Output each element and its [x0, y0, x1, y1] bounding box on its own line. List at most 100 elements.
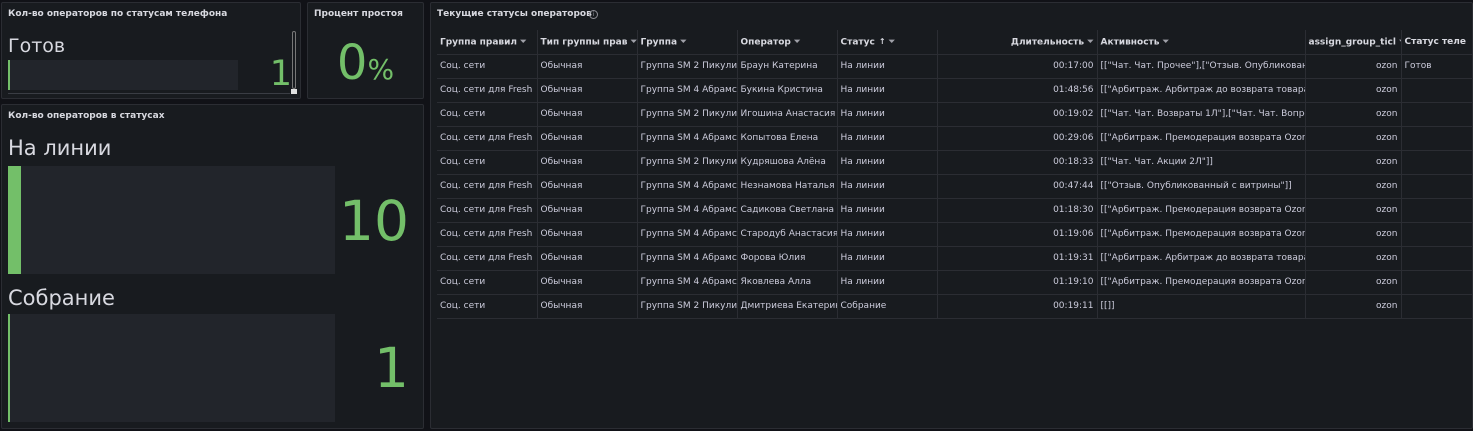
table-cell: Обычная — [537, 270, 638, 295]
table-row[interactable]: Соц. сети для Fresh Обычная Группа SM 4 Аб… — [437, 174, 1472, 199]
table-cell: [["Чат. Чат. Возвраты 1Л"],["Чат. Чат. В… — [1097, 102, 1306, 127]
panel-title: Кол-во операторов в статусах — [8, 111, 165, 121]
column-header[interactable]: Статус теле — [1401, 30, 1472, 55]
filter-icon[interactable]: ⏷ — [794, 37, 800, 47]
table-row[interactable]: Соц. сети для Fresh Обычная Группа SM 4 Аб… — [437, 246, 1472, 271]
table-cell: На линии — [837, 270, 938, 295]
table-cell — [1401, 78, 1472, 103]
table-cell: На линии — [837, 174, 938, 199]
column-header[interactable]: assign_group_ticl⏷ — [1305, 30, 1402, 55]
table-cell: 00:29:06 — [937, 126, 1098, 151]
table-row[interactable]: Соц. сети для Fresh Обычная Группа SM 4 Аб… — [437, 126, 1472, 151]
table-header-row: Группа правил ⏷ Тип группы прав ⏷ Группа ⏷ Опе… — [437, 30, 1472, 55]
scrollbar[interactable] — [292, 31, 296, 89]
operators-table: Группа правил ⏷ Тип группы прав ⏷ Группа ⏷ Опе… — [437, 30, 1472, 319]
table-cell: ozon — [1305, 270, 1402, 295]
column-header-label: Длительность — [1010, 37, 1085, 47]
table-row[interactable]: Соц. сети Обычная Группа SM 4 Абрамс Яковле… — [437, 270, 1472, 295]
idle-percent-unit: % — [367, 53, 395, 86]
column-header[interactable]: Статус ↑ ⏷ — [837, 30, 938, 55]
table-cell: Готов — [1401, 54, 1472, 79]
table-cell: ozon — [1305, 246, 1402, 271]
table-cell: Букина Кристина — [737, 78, 838, 103]
phone-status-bar-fill — [8, 60, 10, 90]
table-cell: Группа SM 4 Абрамс — [637, 246, 738, 271]
table-row[interactable]: Соц. сети для Fresh Обычная Группа SM 4 Аб… — [437, 78, 1472, 103]
table-cell: Форова Юлия — [737, 246, 838, 271]
idle-percent-panel: Процент простоя 0% — [307, 2, 424, 99]
table-cell: 00:47:44 — [937, 174, 1098, 199]
table-row[interactable]: Соц. сети Обычная Группа SM 2 Пикули Кудряш… — [437, 150, 1472, 175]
table-row[interactable]: Соц. сети Обычная Группа SM 2 Пикули Браун … — [437, 54, 1472, 79]
idle-percent-number: 0 — [336, 35, 368, 91]
table-cell: ozon — [1305, 126, 1402, 151]
column-header[interactable]: Оператор ⏷ — [737, 30, 838, 55]
table-cell: На линии — [837, 78, 938, 103]
table-cell: Группа SM 4 Абрамс — [637, 174, 738, 199]
status-count-value: 1 — [374, 336, 409, 400]
column-header[interactable]: Длительность ⏷ — [937, 30, 1098, 55]
filter-icon[interactable]: ⏷ — [630, 37, 636, 47]
filter-icon[interactable]: ⏷ — [1162, 37, 1168, 47]
table-cell: Браун Катерина — [737, 54, 838, 79]
table-body: Соц. сети Обычная Группа SM 2 Пикули Браун … — [437, 54, 1472, 319]
filter-icon[interactable]: ⏷ — [680, 37, 686, 47]
table-cell: ozon — [1305, 78, 1402, 103]
filter-icon[interactable]: ⏷ — [1087, 37, 1093, 47]
table-cell: 01:18:30 — [937, 198, 1098, 223]
table-cell: На линии — [837, 150, 938, 175]
table-cell — [1401, 150, 1472, 175]
table-cell: [["Арбитраж. Премодерация возврата Ozon — [1097, 270, 1306, 295]
table-cell — [1401, 294, 1472, 319]
column-header-label: Статус теле — [1404, 36, 1466, 47]
divider — [8, 93, 290, 94]
column-header-label: Статус — [840, 37, 875, 47]
table-cell: Обычная — [537, 246, 638, 271]
info-circle-icon[interactable]: i — [589, 10, 598, 19]
table-row[interactable]: Соц. сети Обычная Группа SM 2 Пикули Дмитри… — [437, 294, 1472, 319]
table-cell: На линии — [837, 102, 938, 127]
table-cell: [["Арбитраж. Арбитраж до возврата товара — [1097, 246, 1306, 271]
table-cell: Группа SM 4 Абрамс — [637, 270, 738, 295]
filter-icon[interactable]: ⏷ — [520, 37, 526, 47]
sort-asc-icon[interactable]: ↑ — [879, 37, 886, 46]
table-cell: Собрание — [837, 294, 938, 319]
column-header[interactable]: Группа ⏷ — [637, 30, 738, 55]
status-count-label: На линии — [8, 136, 112, 160]
table-cell: 00:17:00 — [937, 54, 1098, 79]
status-count-bar-fill — [8, 166, 22, 274]
column-header-label: Оператор — [740, 37, 791, 47]
table-cell: Обычная — [537, 78, 638, 103]
status-count-value: 10 — [339, 189, 409, 253]
status-count-bar — [8, 314, 335, 422]
panel-title: Кол-во операторов по статусам телефона — [8, 9, 228, 19]
table-cell: Кудряшова Алёна — [737, 150, 838, 175]
column-header[interactable]: Группа правил ⏷ — [437, 30, 538, 55]
table-cell: На линии — [837, 198, 938, 223]
table-cell: Яковлева Алла — [737, 270, 838, 295]
status-counts-panel: Кол-во операторов в статусах На линии 10… — [1, 104, 424, 429]
column-header-label: assign_group_ticl — [1308, 37, 1396, 47]
table-row[interactable]: Соц. сети для Fresh Обычная Группа SM 4 Аб… — [437, 198, 1472, 223]
column-header[interactable]: Активность ⏷ — [1097, 30, 1306, 55]
table-cell: ozon — [1305, 198, 1402, 223]
column-header[interactable]: Тип группы прав ⏷ — [537, 30, 638, 55]
table-cell — [1401, 246, 1472, 271]
table-cell: Соц. сети для Fresh — [437, 198, 538, 223]
phone-status-label: Готов — [8, 35, 66, 57]
scrollbar-thumb[interactable] — [291, 89, 297, 94]
table-cell: Соц. сети — [437, 54, 538, 79]
table-cell: Группа SM 2 Пикули — [637, 150, 738, 175]
table-cell: Соц. сети — [437, 294, 538, 319]
table-cell: 01:48:56 — [937, 78, 1098, 103]
panel-title: Текущие статусы операторов — [437, 9, 592, 19]
filter-icon[interactable]: ⏷ — [889, 37, 895, 47]
table-cell: [["Чат. Чат. Прочее"],["Отзыв. Опубликов… — [1097, 54, 1306, 79]
table-cell: Обычная — [537, 102, 638, 127]
table-cell: Обычная — [537, 126, 638, 151]
table-row[interactable]: Соц. сети для Fresh Обычная Группа SM 4 Аб… — [437, 222, 1472, 247]
table-cell: 01:19:06 — [937, 222, 1098, 247]
table-cell: [["Чат. Чат. Акции 2Л"]] — [1097, 150, 1306, 175]
table-cell: Дмитриева Екатерин — [737, 294, 838, 319]
table-row[interactable]: Соц. сети Обычная Группа SM 2 Пикули Игошин… — [437, 102, 1472, 127]
